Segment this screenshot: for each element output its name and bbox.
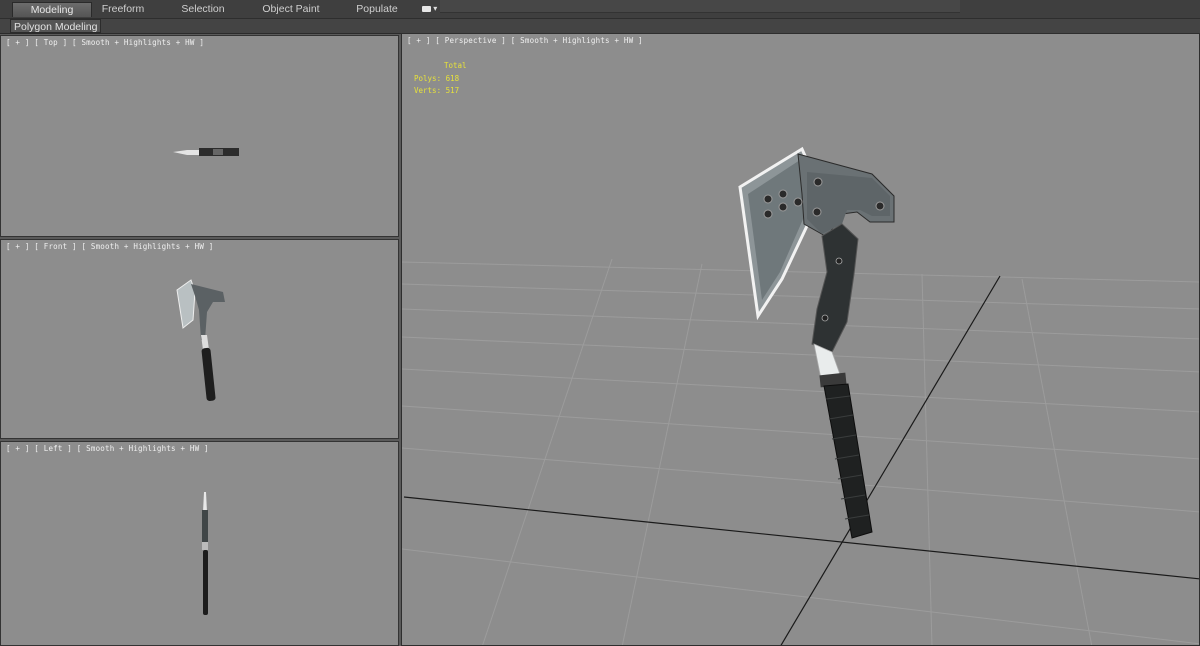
axe-model <box>738 146 895 539</box>
grid-axes <box>403 275 1199 645</box>
tab-selection[interactable]: Selection <box>172 2 234 17</box>
tab-populate[interactable]: Populate <box>350 2 404 17</box>
viewport-perspective[interactable]: [ + ] [ Perspective ] [ Smooth + Highlig… <box>401 33 1200 646</box>
polygon-modeling-panel[interactable]: Polygon Modeling <box>10 19 102 33</box>
stats-verts: Verts: 517 <box>414 86 460 95</box>
ribbon-panel-row: Polygon Modeling <box>0 19 1200 34</box>
viewport-top[interactable]: [ + ] [ Top ] [ Smooth + Highlights + HW… <box>0 35 399 237</box>
axe-left-view <box>202 492 208 615</box>
tab-modeling[interactable]: Modeling <box>12 2 92 17</box>
viewport-perspective-label[interactable]: [ + ] [ Perspective ] [ Smooth + Highlig… <box>407 36 643 45</box>
perspective-scene <box>402 146 1199 645</box>
tab-object-paint[interactable]: Object Paint <box>254 2 328 17</box>
ribbon-toolbar-strip <box>440 0 960 13</box>
stats-total-header: Total <box>444 61 467 70</box>
viewport-left[interactable]: [ + ] [ Left ] [ Smooth + Highlights + H… <box>0 441 399 646</box>
axe-top-view <box>173 148 239 156</box>
stats-polys: Polys: 618 <box>414 73 460 83</box>
viewport-front[interactable]: [ + ] [ Front ] [ Smooth + Highlights + … <box>0 239 399 439</box>
tab-freeform[interactable]: Freeform <box>92 2 154 17</box>
axe-front-view <box>176 279 225 401</box>
ribbon-options-icon[interactable]: ▾ <box>418 3 440 15</box>
polygon-stats-overlay: Total Polys: 618 Verts: 517 <box>414 60 467 98</box>
